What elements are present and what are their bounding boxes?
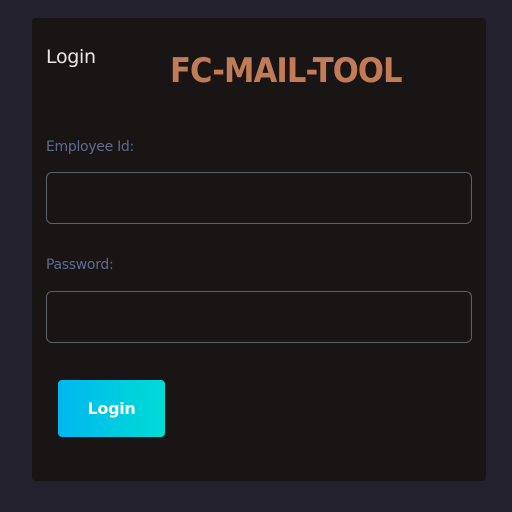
password-label: Password: — [46, 257, 114, 273]
login-button[interactable]: Login — [58, 380, 165, 437]
employee-id-label: Employee Id: — [46, 139, 134, 155]
login-card: Login FC-MAIL-TOOL Employee Id: Password… — [32, 18, 486, 481]
login-title: Login — [46, 46, 96, 68]
brand-logo: FC-MAIL-TOOL — [170, 51, 402, 91]
password-input[interactable] — [46, 291, 472, 343]
employee-id-input[interactable] — [46, 172, 472, 224]
